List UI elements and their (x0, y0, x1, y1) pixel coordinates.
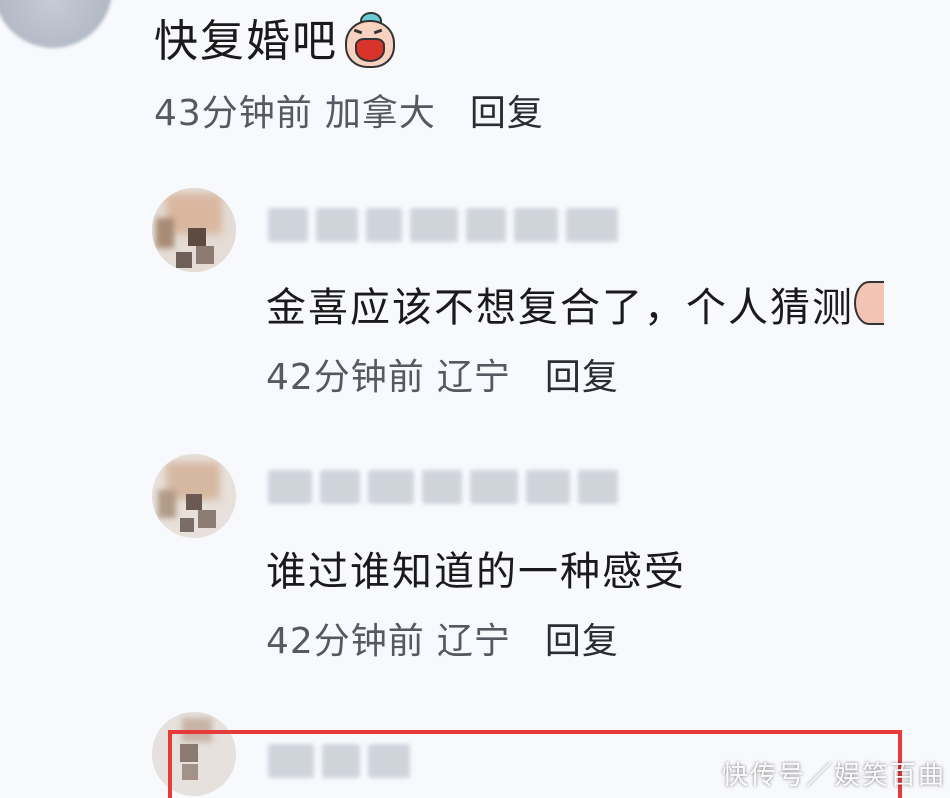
comment-thread: 快复婚吧 43分钟前 加拿大 回复 金喜应该不想复合了，个人猜测 42分钟前 辽宁 回复 (0, 0, 950, 798)
reply-avatar[interactable] (152, 454, 236, 538)
reply-text: 金喜应该不想复合了，个人猜测 (266, 285, 854, 331)
comment-location: 辽宁 (436, 357, 511, 398)
reply-username-blurred (268, 470, 618, 504)
main-comment-text: 快复婚吧 (154, 16, 338, 67)
comment-location: 辽宁 (436, 621, 511, 662)
reply-comment: 金喜应该不想复合了，个人猜测 (266, 280, 884, 336)
comment-location: 加拿大 (324, 93, 436, 134)
commenter-avatar[interactable] (0, 0, 112, 48)
comment-time: 42分钟前 (266, 621, 425, 662)
reply-button[interactable]: 回复 (470, 93, 544, 134)
emoji-icon (854, 281, 884, 325)
reply-meta: 42分钟前 辽宁 回复 (266, 356, 619, 400)
watermark: 快传号／娱笑百曲 (721, 761, 946, 791)
reply-avatar[interactable] (152, 188, 236, 272)
laughing-face-icon (342, 12, 395, 68)
reply-button[interactable]: 回复 (545, 621, 619, 662)
comment-time: 43分钟前 (154, 93, 313, 134)
reply-button[interactable]: 回复 (545, 357, 619, 398)
comment-time: 42分钟前 (266, 357, 425, 398)
main-comment: 快复婚吧 (154, 12, 395, 72)
reply-meta: 42分钟前 辽宁 回复 (266, 620, 619, 664)
main-comment-meta: 43分钟前 加拿大 回复 (154, 92, 544, 136)
reply-text: 谁过谁知道的一种感受 (266, 549, 686, 595)
reply-username-blurred (268, 208, 618, 242)
reply-comment: 谁过谁知道的一种感受 (266, 544, 686, 600)
